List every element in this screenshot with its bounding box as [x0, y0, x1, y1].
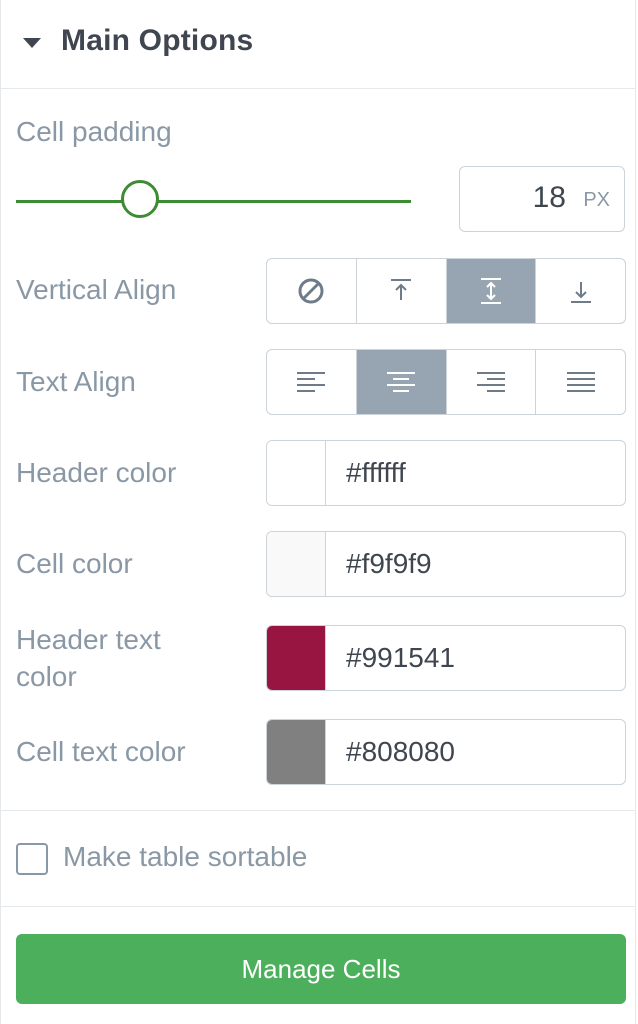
cell-padding-label: Cell padding	[16, 116, 172, 147]
header-color-value[interactable]: #ffffff	[326, 441, 625, 505]
table-options-panel: Main Options Cell padding 18 PX Vertical…	[0, 0, 636, 1024]
vertical-align-bottom-button[interactable]	[536, 259, 625, 323]
header-color-swatch[interactable]	[267, 441, 326, 505]
align-right-icon	[476, 372, 505, 392]
divider	[1, 810, 635, 811]
text-align-justify-button[interactable]	[536, 350, 625, 414]
cell-text-color-field[interactable]: #808080	[266, 719, 626, 785]
vertical-align-group	[266, 258, 626, 324]
caret-down-icon[interactable]	[23, 38, 41, 48]
cell-text-color-value[interactable]: #808080	[326, 720, 625, 784]
vertical-align-label: Vertical Align	[16, 274, 177, 305]
vertical-align-top-button[interactable]	[357, 259, 447, 323]
cell-padding-slider-track[interactable]	[16, 200, 411, 203]
text-align-right-button[interactable]	[447, 350, 537, 414]
cell-padding-value: 18	[532, 181, 566, 214]
header-text-color-field[interactable]: #991541	[266, 625, 626, 691]
header-text-color-label-line2: color	[16, 661, 77, 692]
cell-padding-unit: PX	[583, 189, 610, 211]
cell-color-swatch[interactable]	[267, 532, 326, 596]
header-text-color-swatch[interactable]	[267, 626, 326, 690]
vertical-align-middle-button[interactable]	[446, 259, 537, 323]
align-justify-icon	[566, 372, 595, 392]
text-align-label: Text Align	[16, 366, 136, 397]
divider	[1, 906, 635, 907]
align-bottom-icon	[570, 282, 591, 303]
header-text-color-value[interactable]: #991541	[326, 626, 625, 690]
cell-color-label: Cell color	[16, 548, 133, 579]
sortable-checkbox[interactable]	[16, 843, 48, 875]
align-left-icon	[297, 372, 326, 392]
text-align-center-button[interactable]	[356, 350, 447, 414]
cell-padding-input[interactable]: 18 PX	[459, 166, 625, 232]
cell-padding-slider-handle[interactable]	[121, 180, 159, 218]
cell-text-color-label: Cell text color	[16, 736, 186, 767]
align-top-icon	[391, 279, 412, 300]
vertical-align-none-button[interactable]	[267, 259, 357, 323]
manage-cells-button[interactable]: Manage Cells	[16, 934, 626, 1004]
cell-color-value[interactable]: #f9f9f9	[326, 532, 625, 596]
header-color-label: Header color	[16, 457, 177, 488]
text-align-group	[266, 349, 626, 415]
header-text-color-label-line1: Header text	[16, 624, 161, 655]
align-center-icon	[387, 372, 416, 392]
text-align-left-button[interactable]	[267, 350, 357, 414]
cell-color-field[interactable]: #f9f9f9	[266, 531, 626, 597]
sortable-label[interactable]: Make table sortable	[63, 841, 307, 873]
cell-text-color-swatch[interactable]	[267, 720, 326, 784]
no-align-icon	[298, 278, 324, 304]
align-middle-icon	[480, 278, 501, 304]
section-title: Main Options	[61, 24, 254, 57]
header-color-field[interactable]: #ffffff	[266, 440, 626, 506]
section-header[interactable]: Main Options	[1, 0, 635, 89]
